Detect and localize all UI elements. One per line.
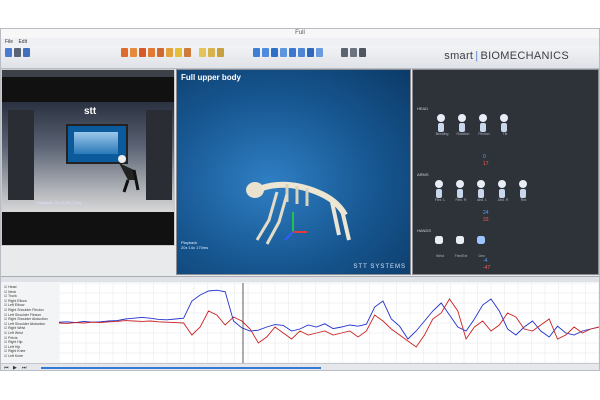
viewport-info: Playback 20x 14x 170ms bbox=[181, 240, 208, 250]
menu-file[interactable]: File bbox=[5, 39, 13, 45]
graph-header bbox=[1, 277, 599, 282]
head-rotation-item[interactable]: Rotation bbox=[456, 114, 470, 136]
pause-icon[interactable] bbox=[175, 48, 182, 57]
help-icon[interactable] bbox=[359, 48, 366, 57]
report-icon[interactable] bbox=[271, 48, 278, 57]
arm-label: Abd. L bbox=[476, 198, 488, 202]
head-bending-label: Bending bbox=[435, 132, 449, 136]
head-tilt-label: Tilt bbox=[502, 132, 508, 136]
head-flexion-label: Flexion bbox=[478, 132, 490, 136]
view-single-icon[interactable] bbox=[199, 48, 206, 57]
menu-edit[interactable]: Edit bbox=[18, 39, 27, 45]
brand-logo: smart | BIOMECHANICS bbox=[444, 50, 569, 62]
save-icon[interactable] bbox=[23, 48, 30, 57]
marker-icon[interactable] bbox=[298, 48, 305, 57]
sensor-icon[interactable] bbox=[139, 48, 146, 57]
skeleton-viewport[interactable]: Full upper body Playback 20x 14x 170ms S… bbox=[176, 69, 411, 275]
hand-item[interactable]: Wrist bbox=[433, 236, 447, 258]
toolbar-group-file bbox=[5, 48, 30, 66]
ribbon-toolbar: smart | BIOMECHANICS bbox=[1, 46, 599, 69]
chart-icon[interactable] bbox=[253, 48, 260, 57]
head-rotation-label: Rotation bbox=[456, 132, 470, 136]
new-icon[interactable] bbox=[5, 48, 12, 57]
head-value-negative: 17 bbox=[483, 161, 489, 167]
brand-logo-left: smart bbox=[444, 50, 474, 62]
connect-icon[interactable] bbox=[148, 48, 155, 57]
open-icon[interactable] bbox=[14, 48, 21, 57]
filter-icon[interactable] bbox=[289, 48, 296, 57]
section-hands-label: HANDS bbox=[417, 228, 432, 233]
hand-item[interactable]: Flex/Ext bbox=[454, 236, 468, 258]
arm-value-positive: 24 bbox=[483, 210, 489, 216]
hand-item[interactable]: Dev. bbox=[475, 236, 489, 258]
video-caption: Playback: 00:13:26 (2.0x) bbox=[36, 200, 82, 205]
app-window: Full File Edit smart | BIOMECHANICS stt … bbox=[0, 28, 600, 371]
toolbar-group-view bbox=[199, 48, 224, 66]
arm-item[interactable]: Abd. R bbox=[496, 180, 510, 202]
hand-icons: Wrist Flex/Ext Dev. bbox=[433, 236, 489, 258]
graph-pane: ☑ Head ☑ Neck ☑ Trunk ☑ Right Elbow ☑ Left E… bbox=[1, 276, 599, 370]
video-pane-header bbox=[2, 70, 174, 77]
head-flexion-item[interactable]: Flexion bbox=[477, 114, 491, 136]
banner-right bbox=[146, 110, 172, 200]
arm-label: Flex. R bbox=[455, 198, 467, 202]
camera-icon[interactable] bbox=[341, 48, 348, 57]
arm-item[interactable]: Flex. R bbox=[454, 180, 468, 202]
hand-value-positive: -4 bbox=[483, 258, 488, 264]
angle-chart[interactable] bbox=[59, 283, 599, 363]
section-head-label: HEAD bbox=[417, 106, 429, 111]
head-icons: Bending Rotation Flexion Tilt bbox=[435, 114, 512, 136]
menu-bar: File Edit bbox=[1, 38, 599, 46]
toolbar-group-record bbox=[121, 48, 191, 66]
arm-label: Abd. R bbox=[497, 198, 509, 202]
arm-item[interactable]: Abd. L bbox=[475, 180, 489, 202]
brand-logo-right: BIOMECHANICS bbox=[480, 50, 569, 62]
skeleton-model bbox=[246, 181, 351, 245]
export-icon[interactable] bbox=[280, 48, 287, 57]
subject-figure bbox=[118, 155, 140, 193]
calibrate-icon[interactable] bbox=[130, 48, 137, 57]
viewport-logo: STT SYSTEMS bbox=[353, 264, 406, 270]
sync-icon[interactable] bbox=[157, 48, 164, 57]
video-frame[interactable]: stt Playback: 00:13:26 (2.0x) bbox=[2, 102, 174, 212]
hand-value-negative: -47 bbox=[483, 265, 491, 271]
arm-icons: Flex. L Flex. R Abd. L Abd. R Rot. bbox=[433, 180, 531, 202]
stage-logo: stt bbox=[84, 106, 97, 117]
toolbar-group-analysis bbox=[253, 48, 323, 66]
settings-icon[interactable] bbox=[316, 48, 323, 57]
view-dual-icon[interactable] bbox=[208, 48, 215, 57]
toolbar-group-tools bbox=[341, 48, 366, 66]
view-grid-icon[interactable] bbox=[217, 48, 224, 57]
channel-list: ☑ Head ☑ Neck ☑ Trunk ☑ Right Elbow ☑ Left E… bbox=[4, 285, 59, 365]
record-icon[interactable] bbox=[121, 48, 128, 57]
play-icon[interactable] bbox=[184, 48, 191, 57]
video-icon[interactable] bbox=[350, 48, 357, 57]
viewport-info-line: 20x 14x 170ms bbox=[181, 245, 209, 250]
stop-icon[interactable] bbox=[166, 48, 173, 57]
viewport-title: Full upper body bbox=[181, 73, 241, 82]
banner-left bbox=[8, 110, 34, 200]
section-arms-label: ARMS bbox=[417, 172, 429, 177]
arm-label: Flex. L bbox=[434, 198, 446, 202]
arm-value-negative: 33 bbox=[483, 217, 489, 223]
skip-back-icon[interactable]: ⏮ bbox=[4, 365, 9, 370]
play-icon[interactable]: ▶ bbox=[13, 365, 17, 370]
head-bending-item[interactable]: Bending bbox=[435, 114, 449, 136]
head-tilt-item[interactable]: Tilt bbox=[498, 114, 512, 136]
video-pane: stt Playback: 00:13:26 (2.0x) bbox=[1, 69, 175, 246]
skip-forward-icon[interactable]: ⏭ bbox=[22, 365, 27, 370]
hand-label: Flex/Ext bbox=[454, 254, 468, 258]
timeline-progress[interactable] bbox=[41, 367, 321, 369]
zoom-icon[interactable] bbox=[307, 48, 314, 57]
status-bar: ⏮ ▶ ⏭ bbox=[1, 363, 599, 370]
arm-label: Rot. bbox=[520, 198, 528, 202]
channel-item[interactable]: ☑ Left Knee bbox=[4, 354, 59, 359]
window-title: Full bbox=[1, 29, 599, 38]
posture-sidebar: HEAD Bending Rotation Flexion Tilt 0 17 … bbox=[412, 69, 599, 275]
arm-item[interactable]: Rot. bbox=[517, 180, 531, 202]
table-icon[interactable] bbox=[262, 48, 269, 57]
hand-label: Wrist bbox=[436, 254, 444, 258]
head-value-positive: 0 bbox=[483, 154, 486, 160]
arm-item[interactable]: Flex. L bbox=[433, 180, 447, 202]
